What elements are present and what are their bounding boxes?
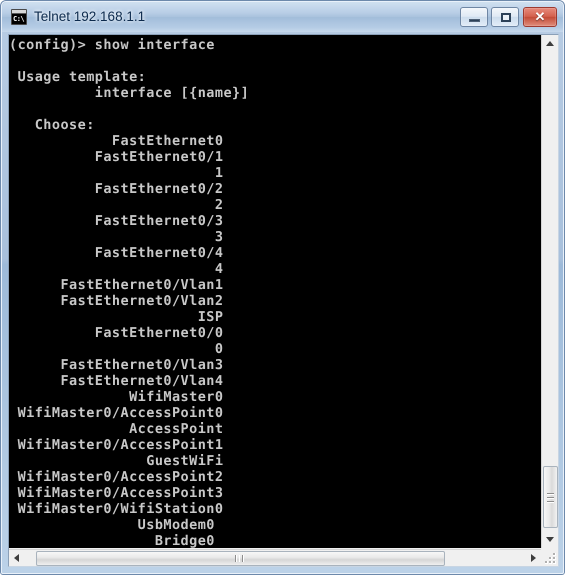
vertical-scroll-thumb[interactable] (543, 466, 558, 528)
console-icon: C:\ (11, 9, 27, 25)
client-area: (config)> show interface Usage template:… (8, 34, 559, 567)
maximize-button[interactable] (491, 7, 519, 27)
console-icon-prompt: C:\ (12, 14, 26, 24)
close-button[interactable]: ✕ (523, 7, 557, 27)
title-bar[interactable]: C:\ Telnet 192.168.1.1 ✕ (2, 2, 563, 32)
vertical-thumb-grip (547, 493, 554, 503)
scroll-right-arrow[interactable] (531, 554, 536, 562)
scroll-down-arrow[interactable] (546, 537, 554, 542)
scroll-up-arrow[interactable] (546, 41, 554, 46)
close-icon: ✕ (534, 9, 546, 24)
resize-grip-icon[interactable] (544, 552, 556, 564)
minimize-button[interactable] (460, 7, 488, 27)
scrollbar-corner (541, 549, 558, 566)
telnet-window: C:\ Telnet 192.168.1.1 ✕ (config)> show … (0, 0, 565, 575)
terminal-text: (config)> show interface Usage template:… (9, 37, 250, 548)
horizontal-scroll-thumb[interactable] (36, 551, 445, 566)
horizontal-scrollbar[interactable] (9, 549, 541, 566)
vertical-scrollbar[interactable] (541, 35, 558, 548)
minimize-icon (469, 19, 480, 22)
window-title: Telnet 192.168.1.1 (34, 9, 146, 24)
scroll-left-arrow[interactable] (14, 554, 19, 562)
terminal-output-area[interactable]: (config)> show interface Usage template:… (9, 35, 541, 548)
maximize-icon (501, 13, 511, 22)
horizontal-thumb-grip (235, 555, 245, 562)
